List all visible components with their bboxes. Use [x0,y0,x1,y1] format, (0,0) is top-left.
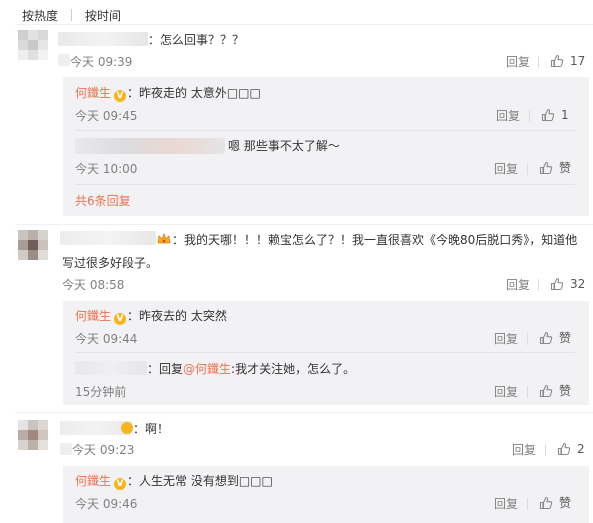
like-button[interactable]: 2 [557,441,585,457]
reply-button[interactable]: 回复 [496,108,520,124]
comment-divider [15,224,593,225]
reply-button[interactable]: 回复 [494,331,518,347]
like-count: 1 [561,108,569,122]
reply-time: 今天 09:45 [75,109,138,123]
thumbs-up-icon [550,277,564,291]
action-divider [527,498,528,510]
like-label: 赞 [559,496,572,510]
v-badge-icon: V [114,478,127,490]
comment-time: 今天 09:39 [70,55,133,69]
mention-link[interactable]: @何鑯生 [183,362,231,376]
action-divider [527,333,528,345]
reply-divider [75,352,575,353]
thumbs-up-icon [550,54,564,68]
redacted-username [75,138,225,154]
like-button[interactable]: 赞 [539,330,571,346]
action-divider [529,110,530,122]
avatar[interactable] [18,420,48,450]
tab-divider [71,9,73,21]
reply-text: 嗯 那些事不太了解～ [228,139,340,153]
action-divider [538,279,539,291]
thumbs-up-icon [539,331,553,345]
comment-text-continued: 写过很多好段子。 [62,256,159,270]
reply-divider [75,184,575,185]
action-divider [527,163,528,175]
reply-button[interactable]: 回复 [512,442,536,458]
reply-line: 何鑯生 V ：昨夜去的 太突然 [75,307,227,325]
tab-hot[interactable]: 按热度 [22,7,58,24]
redacted-fragment [60,443,72,455]
reply-line: 何鑯生 V ：昨夜走的 太意外□□□ [75,84,261,102]
reply-line: 何鑯生 V ：人生无常 没有想到□□□ [75,472,273,490]
avatar[interactable] [18,30,48,60]
v-badge-icon: V [114,90,127,102]
reply-time: 今天 10:00 [75,162,138,176]
reply-time: 今天 09:44 [75,332,138,346]
reply-text: ：人生无常 没有想到□□□ [127,474,273,488]
like-button[interactable]: 1 [541,107,569,123]
more-replies-link[interactable]: 共6条回复 [75,193,131,209]
reply-button[interactable]: 回复 [506,277,530,293]
sort-tabs: 按热度 按时间 [22,6,121,24]
crown-icon [157,232,171,245]
v-badge-icon: V [114,313,127,325]
reply-prefix: ：回复 [147,362,184,376]
like-button[interactable]: 17 [550,53,585,69]
like-count: 32 [570,277,586,291]
action-divider [538,56,539,68]
reply-text: ：昨夜走的 太意外□□□ [127,86,261,100]
action-divider [527,386,528,398]
like-button[interactable]: 赞 [539,495,571,511]
comment-time: 今天 09:23 [72,443,135,457]
reply-button[interactable]: 回复 [494,161,518,177]
comment-time: 今天 08:58 [62,278,125,292]
reply-button[interactable]: 回复 [494,496,518,512]
reply-username[interactable]: 何鑯生 [75,474,111,488]
reply-time: 今天 09:46 [75,497,138,511]
like-button[interactable]: 32 [550,276,585,292]
reply-text: :我才关注她，怎么了。 [231,362,356,376]
avatar[interactable] [18,230,48,260]
tab-time[interactable]: 按时间 [85,7,121,24]
comment-text: ：怎么回事？？？ [148,33,245,47]
reply-divider [75,130,575,131]
comment-text: ：啊！ [133,422,170,436]
thumbs-up-icon [539,384,553,398]
tabs-divider [15,24,593,25]
comment-text: ：我的天哪！！！赖宝怎么了？！我一直很喜欢《今晚80后脱口秀》，知道他 [172,233,578,247]
v-badge-icon [121,422,133,434]
reply-username[interactable]: 何鑯生 [75,309,111,323]
thumbs-up-icon [557,442,571,456]
like-count: 2 [577,442,585,456]
reply-line: ：回复@何鑯生:我才关注她，怎么了。 [147,360,355,378]
like-label: 赞 [559,161,572,175]
like-button[interactable]: 赞 [539,160,571,176]
reply-text: ：昨夜去的 太突然 [127,309,227,323]
like-button[interactable]: 赞 [539,383,571,399]
thumbs-up-icon [539,161,553,175]
reply-time: 15分钟前 [75,385,127,399]
reply-button[interactable]: 回复 [494,384,518,400]
redacted-fragment [58,54,70,66]
like-label: 赞 [559,331,572,345]
like-count: 17 [570,54,586,68]
reply-button[interactable]: 回复 [506,54,530,70]
comment-divider [15,412,593,413]
thumbs-up-icon [539,496,553,510]
action-divider [545,444,546,456]
redacted-username [58,32,148,46]
redacted-username [60,231,156,245]
thumbs-up-icon [541,108,555,122]
like-label: 赞 [559,384,572,398]
reply-username[interactable]: 何鑯生 [75,86,111,100]
redacted-username [75,361,147,375]
